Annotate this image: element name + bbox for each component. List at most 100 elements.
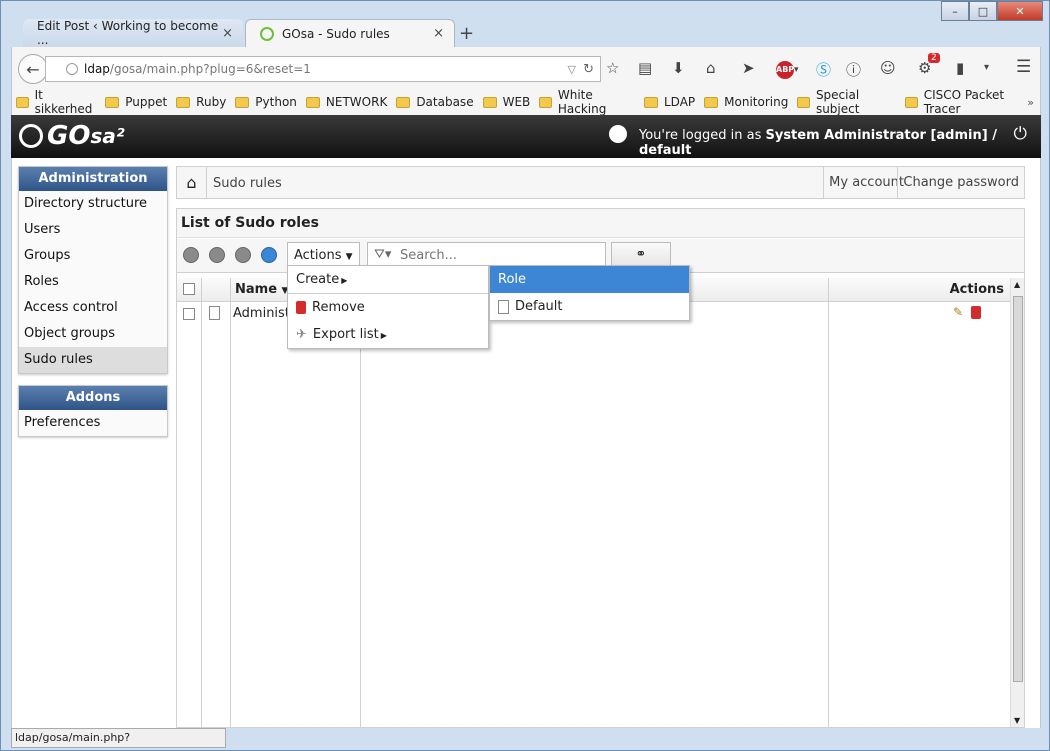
globe-icon (66, 63, 78, 75)
download-icon[interactable]: ⬇ (672, 59, 685, 77)
column-header-actions: Actions (949, 282, 1004, 297)
menu-item-remove[interactable]: Remove (288, 294, 488, 321)
sidebar-item-sudo-rules[interactable]: Sudo rules (19, 347, 167, 373)
login-info: You're logged in as System Administrator… (639, 128, 997, 158)
home-nav-icon[interactable] (235, 247, 251, 263)
row-checkbox[interactable] (183, 308, 195, 320)
menu-item-role[interactable]: Role (490, 266, 689, 293)
chevron-down-icon: ▼ (345, 252, 353, 262)
adblock-icon[interactable]: ABP▾ (776, 58, 799, 79)
submenu-arrow-icon: ▶ (341, 276, 348, 285)
scrollbar-thumb[interactable] (1013, 296, 1023, 682)
bookmark-folder[interactable]: Special subject (797, 88, 896, 116)
menu-item-default[interactable]: Default (490, 293, 689, 320)
back-button[interactable]: ← (18, 54, 48, 84)
column-header-name[interactable]: Name ▼ (235, 282, 288, 297)
scroll-down-icon[interactable]: ▼ (1014, 716, 1020, 725)
info-icon[interactable]: ⓘ (846, 59, 861, 80)
minimize-button[interactable]: – (941, 1, 969, 21)
change-password-button[interactable]: Change password (897, 167, 1024, 198)
tab-label: GOsa - Sudo rules (282, 26, 390, 41)
new-tab-button[interactable]: + (459, 23, 474, 44)
close-icon[interactable]: × (222, 26, 233, 41)
main-content: Administration Directory structure Users… (11, 158, 1041, 728)
bookmark-folder[interactable]: LDAP (643, 95, 695, 109)
bookmark-folder[interactable]: WEB (482, 95, 530, 109)
trash-icon (296, 301, 306, 314)
reading-list-icon[interactable]: ▤ (638, 59, 652, 77)
extensions-icon[interactable]: ⚙ 2 (918, 53, 940, 77)
reload-icon[interactable] (261, 247, 277, 263)
session-timer-icon (609, 125, 627, 143)
gosa-favicon-icon (260, 26, 274, 41)
delete-icon[interactable] (971, 306, 981, 319)
breadcrumb: ⌂ Sudo rules My account Change password (176, 166, 1025, 199)
list-title: List of Sudo roles (177, 209, 1024, 238)
sidebar-item-groups[interactable]: Groups (19, 243, 167, 269)
document-icon (498, 299, 509, 314)
history-dropdown-icon[interactable]: ▽ (568, 63, 576, 76)
menu-item-export-list[interactable]: ✈ Export list ▶ (288, 321, 488, 348)
role-object-icon (209, 306, 220, 320)
skype-icon[interactable]: Ⓢ (816, 59, 831, 80)
addons-menu: Addons Preferences (18, 385, 168, 437)
folder-icon (105, 96, 120, 108)
maximize-button[interactable]: □ (969, 1, 997, 21)
bookmark-folder[interactable]: Python (235, 95, 297, 109)
notification-badge: 2 (928, 53, 940, 63)
forward-nav-icon[interactable] (209, 247, 225, 263)
close-icon[interactable]: × (433, 26, 444, 41)
clipboard-icon[interactable]: ▮ (956, 59, 964, 77)
folder-icon (396, 96, 411, 108)
logout-power-icon[interactable]: ⏻ (1014, 124, 1027, 144)
status-bar: ldap/gosa/main.php?plug=6&reset=1# (11, 728, 226, 751)
bookmark-star-icon[interactable]: ☆ (606, 59, 619, 77)
tab-bar: Edit Post ‹ Working to become ... × GOsa… (11, 19, 1039, 47)
sidebar-item-directory-structure[interactable]: Directory structure (19, 191, 167, 217)
send-icon[interactable]: ➤ (742, 59, 755, 77)
tab-edit-post[interactable]: Edit Post ‹ Working to become ... × (23, 19, 243, 47)
folder-icon (797, 96, 810, 108)
back-nav-icon[interactable] (183, 247, 199, 263)
menu-icon[interactable]: ☰ (1016, 57, 1031, 77)
scroll-up-icon[interactable]: ▲ (1014, 280, 1020, 289)
bookmark-folder[interactable]: Database (396, 95, 474, 109)
edit-icon[interactable]: ✎ (953, 305, 963, 319)
select-all-checkbox[interactable] (183, 283, 195, 295)
chat-icon[interactable]: ☺ (880, 59, 896, 77)
folder-icon (176, 96, 191, 108)
sidebar-item-roles[interactable]: Roles (19, 269, 167, 295)
sidebar-item-object-groups[interactable]: Object groups (19, 321, 167, 347)
home-icon[interactable]: ⌂ (706, 59, 716, 77)
home-icon[interactable]: ⌂ (177, 167, 207, 198)
url-bar[interactable]: ldap/gosa/main.php?plug=6&reset=1 ▽ ↻ (45, 56, 601, 82)
my-account-button[interactable]: My account (823, 167, 909, 198)
search-input[interactable] (400, 246, 600, 264)
sidebar-item-users[interactable]: Users (19, 217, 167, 243)
folder-icon (16, 96, 29, 108)
bookmark-folder[interactable]: Puppet (105, 95, 167, 109)
close-window-button[interactable]: ✕ (997, 1, 1043, 21)
chevron-down-icon[interactable]: ▾ (984, 62, 989, 73)
row-name[interactable]: Administr (233, 306, 295, 321)
bookmark-folder[interactable]: Ruby (176, 95, 226, 109)
menu-item-create[interactable]: Create ▶ (288, 266, 488, 293)
bookmark-folder[interactable]: Monitoring (704, 95, 788, 109)
sidebar-item-preferences[interactable]: Preferences (19, 410, 167, 436)
bookmark-folder[interactable]: NETWORK (305, 95, 387, 109)
addons-heading: Addons (19, 386, 167, 410)
folder-icon (235, 96, 250, 108)
bookmark-folder[interactable]: White Hacking (539, 88, 635, 116)
sidebar-item-access-control[interactable]: Access control (19, 295, 167, 321)
send-icon: ✈ (296, 327, 307, 342)
bookmark-folder[interactable]: It sikkerhed (16, 88, 96, 116)
url-host: ldap (84, 62, 110, 76)
folder-icon (305, 96, 320, 108)
more-bookmarks-icon[interactable]: » (1027, 96, 1034, 109)
gosa-logo: GO sa² (19, 121, 125, 151)
reload-icon[interactable]: ↻ (583, 62, 594, 77)
bookmark-folder[interactable]: CISCO Packet Tracer (905, 88, 1031, 116)
filter-icon[interactable]: ⛛▾ (374, 247, 391, 262)
vertical-scrollbar[interactable]: ▲ ▼ (1010, 278, 1024, 727)
tab-gosa-sudo-rules[interactable]: GOsa - Sudo rules × (245, 19, 455, 47)
